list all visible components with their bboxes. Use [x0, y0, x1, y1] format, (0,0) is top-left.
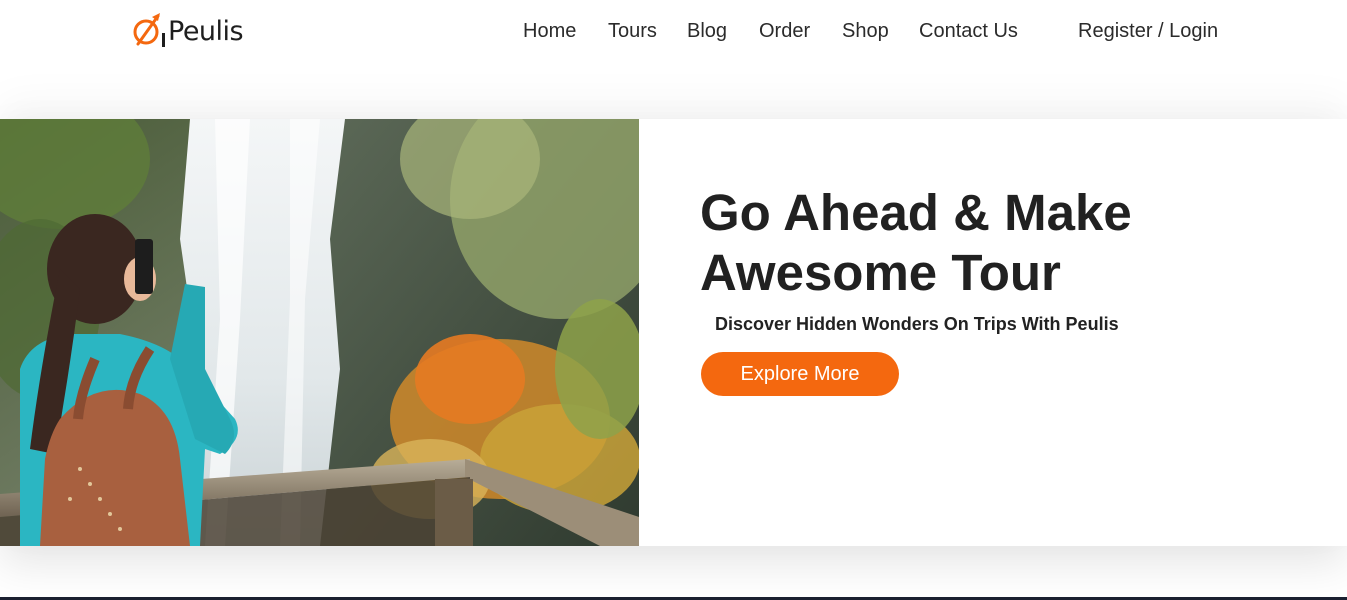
brand-name: Peulis: [168, 15, 244, 47]
nav-shop[interactable]: Shop: [842, 20, 889, 43]
hero-title: Go Ahead & Make Awesome Tour: [700, 184, 1132, 301]
compass-plane-icon: [133, 13, 165, 47]
brand-logo[interactable]: Peulis: [132, 11, 244, 51]
nav-contact-us[interactable]: Contact Us: [919, 20, 1018, 43]
nav-tours[interactable]: Tours: [608, 20, 657, 43]
nav-blog[interactable]: Blog: [687, 20, 727, 43]
site-header: Peulis Home Tours Blog Order Shop Contac…: [0, 0, 1347, 70]
hero-image: [0, 119, 639, 546]
explore-more-button[interactable]: Explore More: [701, 352, 899, 396]
hero-subtitle: Discover Hidden Wonders On Trips With Pe…: [715, 314, 1119, 334]
nav-order[interactable]: Order: [759, 20, 810, 43]
nav-home[interactable]: Home: [523, 20, 576, 43]
register-login-link[interactable]: Register / Login: [1078, 20, 1218, 43]
